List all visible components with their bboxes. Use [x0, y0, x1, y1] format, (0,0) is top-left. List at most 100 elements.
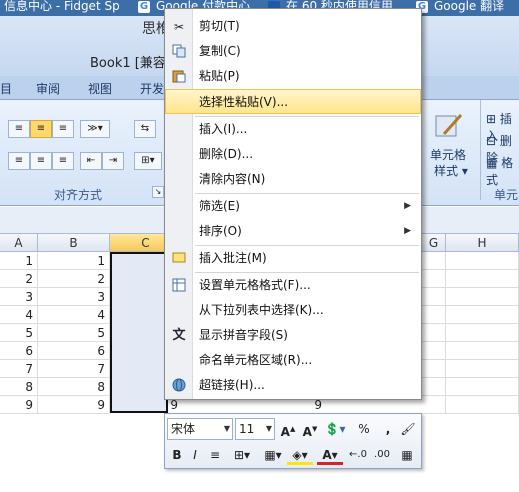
cell-b[interactable]: 6	[38, 342, 110, 360]
align-left-button[interactable]: ≡	[8, 152, 30, 170]
menu-item-insert[interactable]: 插入(I)...	[165, 117, 421, 142]
tab-partial[interactable]: 目	[0, 80, 12, 97]
cell-g[interactable]	[422, 270, 446, 288]
cell-styles-icon[interactable]	[434, 112, 464, 140]
align-bottom-button[interactable]: ≡	[52, 120, 74, 138]
tab-review[interactable]: 审阅	[36, 80, 60, 97]
cell-h[interactable]	[446, 378, 519, 396]
menu-item-show-phonetic[interactable]: 文 显示拼音字段(S)	[165, 323, 421, 348]
cell-a[interactable]: 5	[0, 324, 38, 342]
font-name-combo[interactable]: 宋体 ▼	[167, 418, 233, 440]
align-top-button[interactable]: ≡	[8, 120, 30, 138]
cell-a[interactable]: 2	[0, 270, 38, 288]
cell-h[interactable]	[446, 252, 519, 270]
cell-c9[interactable]: 9	[110, 396, 182, 414]
italic-button[interactable]: I	[187, 445, 203, 465]
font-color-button[interactable]: A▾	[317, 445, 343, 465]
menu-item-clear-contents[interactable]: 清除内容(N)	[165, 167, 421, 192]
menu-item-delete[interactable]: 删除(D)...	[165, 142, 421, 167]
menu-item-insert-comment[interactable]: 插入批注(M)	[165, 246, 421, 271]
cell-a[interactable]: 4	[0, 306, 38, 324]
comma-style-button[interactable]: ,	[381, 419, 395, 439]
cell-a[interactable]: 9	[0, 396, 38, 414]
align-right-button[interactable]: ≡	[52, 152, 74, 170]
font-size-combo[interactable]: 11 ▼	[235, 418, 275, 440]
decrease-indent-button[interactable]: ⇤	[80, 152, 102, 170]
selected-range[interactable]	[110, 252, 168, 413]
cell-b[interactable]: 3	[38, 288, 110, 306]
cell-a[interactable]: 6	[0, 342, 38, 360]
fill-color-button[interactable]: ◈▾	[287, 445, 313, 465]
browser-tab[interactable]: 信息中心 - Fidget Sp	[0, 0, 120, 16]
cell-b[interactable]: 2	[38, 270, 110, 288]
cell-h[interactable]	[446, 342, 519, 360]
tab-view[interactable]: 视图	[88, 80, 112, 97]
cell-g[interactable]	[422, 324, 446, 342]
column-header-a[interactable]: A	[0, 234, 38, 252]
orientation-button[interactable]: ≫▾	[80, 120, 110, 138]
increase-indent-button[interactable]: ⇥	[102, 152, 124, 170]
cell-g[interactable]	[422, 378, 446, 396]
cell-a[interactable]: 1	[0, 252, 38, 270]
cell-g[interactable]	[422, 342, 446, 360]
grow-font-button[interactable]: A▲	[279, 419, 297, 439]
menu-item-cut[interactable]: ✂ 剪切(T)	[165, 14, 421, 39]
cell-b[interactable]: 9	[38, 396, 110, 414]
format-cells-button[interactable]: ▦ 格式	[486, 154, 519, 188]
align-middle-button[interactable]: ≡	[30, 120, 52, 138]
merge-center-button[interactable]: ⊞▾	[134, 152, 162, 170]
percent-button[interactable]: %	[357, 419, 371, 439]
cell-a[interactable]: 3	[0, 288, 38, 306]
column-header-g[interactable]: G	[422, 234, 446, 252]
bold-button[interactable]: B	[169, 445, 185, 465]
borders-button[interactable]: ▦▾	[261, 445, 285, 465]
center-align-button[interactable]: ≡	[207, 445, 223, 465]
cell-h[interactable]	[446, 324, 519, 342]
menu-item-sort[interactable]: 排序(O) ▶	[165, 219, 421, 244]
cell-h[interactable]	[446, 396, 519, 414]
decrease-decimal-button[interactable]: .00	[371, 445, 393, 465]
menu-item-paste-special[interactable]: 选择性粘贴(V)...	[165, 89, 421, 114]
copy-icon	[171, 44, 187, 60]
menu-item-hyperlink[interactable]: 超链接(H)...	[165, 373, 421, 398]
menu-item-format-cells[interactable]: 设置单元格格式(F)...	[165, 273, 421, 298]
menu-item-copy[interactable]: 复制(C)	[165, 39, 421, 64]
cell-g[interactable]	[422, 306, 446, 324]
merge-center-icon[interactable]: ⊞▾	[227, 445, 257, 465]
alignment-group-label: 对齐方式	[54, 188, 103, 202]
cell-b[interactable]: 1	[38, 252, 110, 270]
cell-b[interactable]: 7	[38, 360, 110, 378]
cell-b[interactable]: 8	[38, 378, 110, 396]
cell-a[interactable]: 8	[0, 378, 38, 396]
cell-h[interactable]	[446, 288, 519, 306]
increase-decimal-button[interactable]: ←.0	[347, 445, 369, 465]
cell-g[interactable]	[422, 288, 446, 306]
cell-g[interactable]	[422, 360, 446, 378]
cell-b[interactable]: 4	[38, 306, 110, 324]
dialog-launcher-icon[interactable]: ↘	[152, 186, 164, 198]
phonetic-icon: 文	[172, 328, 186, 343]
menu-item-filter[interactable]: 筛选(E) ▶	[165, 194, 421, 219]
cell-g[interactable]	[422, 396, 446, 414]
format-cells-icon[interactable]: ▦	[397, 445, 417, 465]
column-header-b[interactable]: B	[38, 234, 110, 252]
browser-tab[interactable]: G Google 翻译	[412, 0, 504, 16]
menu-item-paste[interactable]: 粘贴(P)	[165, 64, 421, 89]
column-header-h[interactable]: H	[446, 234, 519, 252]
cell-g[interactable]	[422, 252, 446, 270]
menu-item-define-name[interactable]: 命名单元格区域(R)...	[165, 348, 421, 373]
cell-h[interactable]	[446, 360, 519, 378]
cell-b[interactable]: 5	[38, 324, 110, 342]
accounting-format-button[interactable]: 💲▾	[323, 419, 347, 439]
wrap-text-button[interactable]: ⇆	[134, 120, 156, 138]
cell-styles-label-2[interactable]: 样式 ▾	[434, 162, 468, 179]
shrink-font-button[interactable]: A▼	[301, 419, 319, 439]
align-center-button[interactable]: ≡	[30, 152, 52, 170]
format-painter-icon[interactable]: 🖌	[399, 419, 417, 439]
cell-a[interactable]: 7	[0, 360, 38, 378]
tab-developer[interactable]: 开发	[140, 80, 164, 97]
cell-styles-label-1[interactable]: 单元格	[430, 146, 466, 163]
menu-item-pick-from-list[interactable]: 从下拉列表中选择(K)...	[165, 298, 421, 323]
cell-h[interactable]	[446, 306, 519, 324]
cell-h[interactable]	[446, 270, 519, 288]
